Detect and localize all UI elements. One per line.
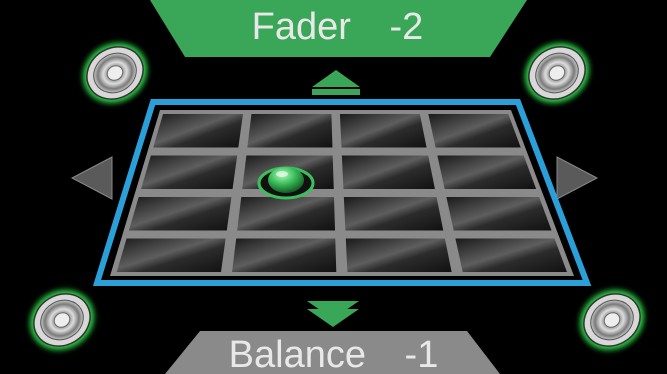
position-marker-icon[interactable]: [257, 166, 315, 200]
balance-label-text: Balance: [228, 334, 366, 374]
speaker-front-right-icon: [524, 42, 590, 104]
balance-value: -1: [404, 334, 439, 374]
grid-cell[interactable]: [345, 238, 452, 273]
arrow-left-icon[interactable]: [70, 156, 113, 200]
grid-cell[interactable]: [341, 155, 435, 190]
speaker-rear-left-icon: [29, 289, 95, 351]
arrow-down-icon[interactable]: [307, 301, 359, 327]
grid-cell[interactable]: [343, 196, 444, 231]
fader-value: -2: [389, 6, 424, 48]
fader-balance-screen: Fader -2 Balance -1: [0, 0, 667, 374]
speaker-rear-right-icon: [579, 289, 645, 351]
grid-cell[interactable]: [437, 155, 537, 190]
grid-cell[interactable]: [446, 196, 552, 231]
grid-cell[interactable]: [232, 238, 337, 273]
grid-cell[interactable]: [153, 113, 243, 148]
speaker-front-left-icon: [82, 42, 148, 104]
balance-label: Balance -1: [200, 336, 467, 374]
grid-cell[interactable]: [237, 196, 336, 231]
fader-label-text: Fader: [251, 6, 351, 48]
grid-cell[interactable]: [455, 238, 567, 273]
fader-label: Fader -2: [185, 8, 490, 46]
grid-cell[interactable]: [141, 155, 238, 190]
position-grid[interactable]: [110, 110, 574, 276]
arrow-right-icon[interactable]: [556, 156, 599, 200]
grid-cell[interactable]: [339, 113, 427, 148]
arrow-up-icon[interactable]: [312, 70, 360, 95]
audio-canvas: [29, 0, 645, 374]
grid-cell[interactable]: [116, 238, 226, 273]
grid-cell[interactable]: [247, 113, 333, 148]
grid-cell[interactable]: [428, 113, 521, 148]
grid-cell[interactable]: [128, 196, 232, 231]
